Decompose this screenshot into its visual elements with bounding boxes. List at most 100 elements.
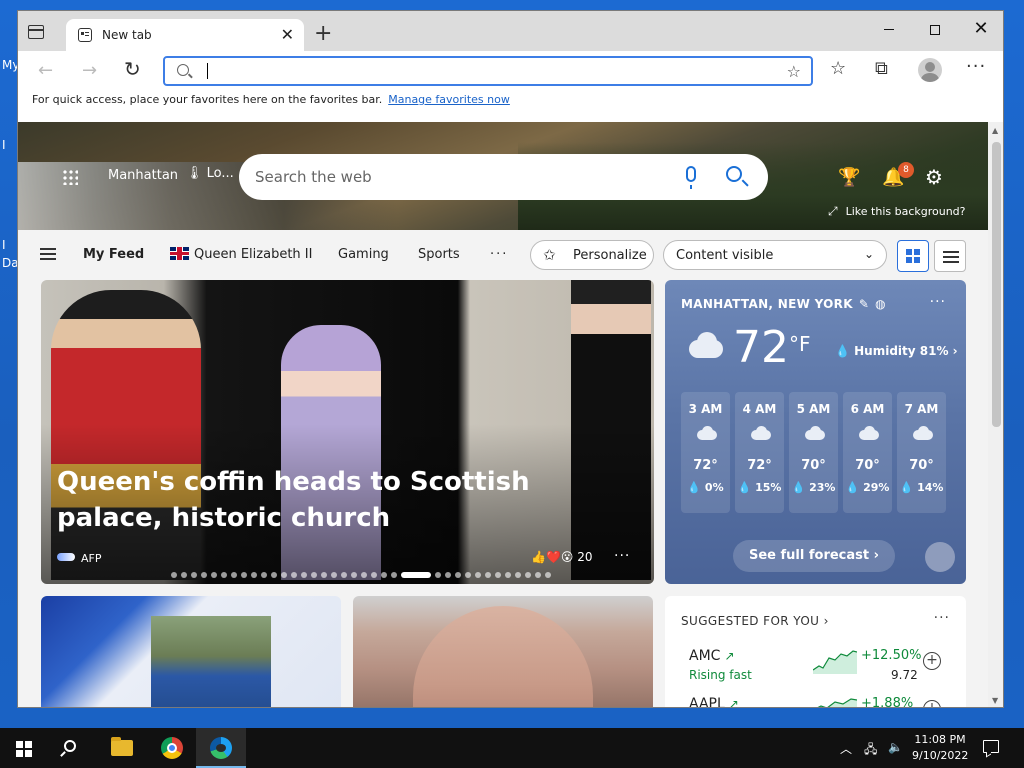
carousel-dot[interactable]: [525, 572, 531, 578]
nav-item-gaming[interactable]: Gaming: [338, 247, 389, 262]
address-bar[interactable]: ☆: [163, 56, 813, 86]
carousel-dot[interactable]: [475, 572, 481, 578]
carousel-dot[interactable]: [271, 572, 277, 578]
gear-icon[interactable]: ⚙: [925, 165, 943, 189]
like-background-button[interactable]: ⤢ Like this background?: [828, 204, 966, 219]
location-label[interactable]: Manhattan: [108, 168, 178, 183]
minimize-button[interactable]: [866, 15, 912, 43]
microphone-icon[interactable]: [686, 166, 696, 189]
grid-view-button[interactable]: [897, 240, 929, 272]
carousel-dot[interactable]: [495, 572, 501, 578]
reload-button[interactable]: ↻: [124, 57, 141, 81]
tab-actions-icon[interactable]: [28, 25, 44, 39]
search-icon[interactable]: [64, 740, 76, 752]
hero-news-card[interactable]: Queen's coffin heads to Scottish palace,…: [41, 280, 654, 584]
file-explorer-icon[interactable]: [111, 737, 133, 756]
carousel-dot[interactable]: [291, 572, 297, 578]
action-center-icon[interactable]: [983, 740, 999, 753]
volume-icon[interactable]: 🔈: [888, 740, 903, 754]
nav-more-button[interactable]: ···: [490, 247, 508, 262]
collections-icon[interactable]: ⧉: [875, 58, 888, 79]
carousel-dot[interactable]: [181, 572, 187, 578]
carousel-dot[interactable]: [485, 572, 491, 578]
nav-item-queen-elizabeth[interactable]: Queen Elizabeth II: [170, 247, 312, 262]
desktop-icon-label[interactable]: I: [2, 138, 6, 152]
globe-icon[interactable]: ◍: [875, 297, 886, 311]
maximize-button[interactable]: [912, 15, 958, 43]
carousel-dot[interactable]: [351, 572, 357, 578]
weather-more-button[interactable]: ···: [930, 294, 946, 310]
news-card[interactable]: [41, 596, 341, 707]
network-icon[interactable]: 🖧: [864, 740, 877, 761]
humidity[interactable]: 💧 Humidity 81% ›: [835, 344, 958, 358]
rewards-icon[interactable]: 🏆: [838, 167, 860, 188]
carousel-dot[interactable]: [545, 572, 551, 578]
scroll-down-arrow[interactable]: ▼: [992, 696, 998, 705]
scrollbar-thumb[interactable]: [992, 142, 1001, 427]
favorites-icon[interactable]: ☆: [830, 58, 846, 79]
tab-close-icon[interactable]: ✕: [281, 25, 294, 44]
weather-card[interactable]: MANHATTAN, NEW YORK ✎ ◍ ··· 72 °F 💧 Humidi…: [665, 280, 966, 584]
carousel-dot[interactable]: [371, 572, 377, 578]
tab-new-tab[interactable]: New tab ✕: [66, 19, 304, 51]
nav-item-my-feed[interactable]: My Feed: [83, 247, 144, 262]
carousel-dot[interactable]: [391, 572, 397, 578]
see-full-forecast-button[interactable]: See full forecast ›: [733, 540, 895, 572]
add-stock-icon[interactable]: +: [923, 700, 941, 707]
weather-map-thumbnail[interactable]: [925, 542, 955, 572]
carousel-dot[interactable]: [191, 572, 197, 578]
settings-and-more-button[interactable]: ···: [966, 56, 986, 77]
hour-column[interactable]: 6 AM 70° 💧 29%: [843, 392, 892, 513]
chevron-up-icon[interactable]: ︿: [840, 740, 852, 757]
hour-column[interactable]: 5 AM 70° 💧 23%: [789, 392, 838, 513]
add-stock-icon[interactable]: +: [923, 652, 941, 670]
content-visibility-dropdown[interactable]: Content visible ⌄: [663, 240, 887, 270]
carousel-dot[interactable]: [201, 572, 207, 578]
weather-short[interactable]: 🌡 Lo...: [186, 166, 234, 181]
carousel-dot[interactable]: [445, 572, 451, 578]
carousel-dot[interactable]: [231, 572, 237, 578]
clock[interactable]: 11:08 PM 9/10/2022: [912, 732, 968, 764]
desktop-icon-label[interactable]: I: [2, 238, 6, 252]
hour-column[interactable]: 3 AM 72° 💧 0%: [681, 392, 730, 513]
new-tab-button[interactable]: +: [314, 21, 332, 46]
add-favorite-icon[interactable]: ☆: [787, 62, 801, 81]
back-button[interactable]: ←: [38, 60, 53, 81]
nav-item-sports[interactable]: Sports: [418, 247, 460, 262]
stock-row[interactable]: AMC ↗ Rising fast +12.50% 9.72 +: [689, 648, 949, 688]
menu-icon[interactable]: [40, 248, 56, 260]
carousel-dot[interactable]: [261, 572, 267, 578]
edge-taskbar-button[interactable]: [196, 728, 246, 768]
carousel-dot[interactable]: [241, 572, 247, 578]
hour-column[interactable]: 7 AM 70° 💧 14%: [897, 392, 946, 513]
carousel-dot[interactable]: [341, 572, 347, 578]
carousel-dot[interactable]: [211, 572, 217, 578]
suggested-title[interactable]: SUGGESTED FOR YOU ›: [681, 614, 829, 628]
hero-news-title[interactable]: Queen's coffin heads to Scottish palace,…: [57, 464, 597, 536]
temperature-unit[interactable]: °F: [789, 332, 811, 356]
carousel-dot[interactable]: [361, 572, 367, 578]
carousel-dot[interactable]: [251, 572, 257, 578]
forward-button[interactable]: →: [82, 60, 97, 81]
carousel-dot[interactable]: [435, 572, 441, 578]
carousel-dot[interactable]: [171, 572, 177, 578]
app-launcher-icon[interactable]: [62, 169, 78, 185]
card-more-button[interactable]: ···: [614, 548, 630, 564]
carousel-dot-active[interactable]: [401, 572, 431, 578]
carousel-dot[interactable]: [331, 572, 337, 578]
carousel-dot[interactable]: [455, 572, 461, 578]
web-search-box[interactable]: Search the web: [239, 154, 768, 200]
carousel-dot[interactable]: [281, 572, 287, 578]
page-scrollbar[interactable]: ▲ ▼: [988, 122, 1003, 707]
windows-start-icon[interactable]: [16, 741, 32, 757]
carousel-dot[interactable]: [301, 572, 307, 578]
carousel-dot[interactable]: [321, 572, 327, 578]
stock-row[interactable]: AAPL ↗ +1.88% +: [689, 696, 949, 707]
carousel-dot[interactable]: [465, 572, 471, 578]
chrome-icon[interactable]: [161, 737, 183, 759]
scroll-up-arrow[interactable]: ▲: [992, 126, 998, 135]
hour-column[interactable]: 4 AM 72° 💧 15%: [735, 392, 784, 513]
carousel-dot[interactable]: [381, 572, 387, 578]
carousel-dot[interactable]: [505, 572, 511, 578]
close-window-button[interactable]: ✕: [958, 15, 1003, 43]
